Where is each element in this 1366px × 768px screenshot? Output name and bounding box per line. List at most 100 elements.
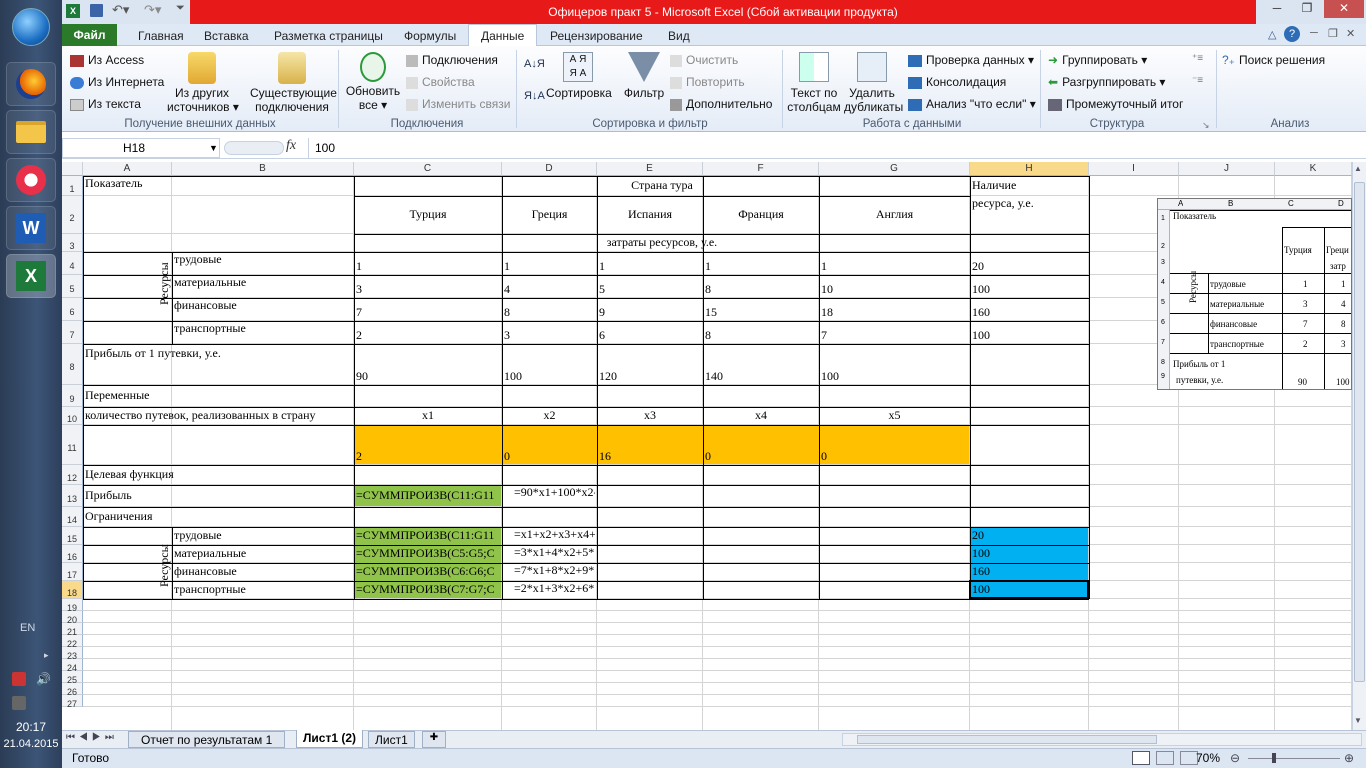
tab-file[interactable]: Файл: [62, 24, 117, 46]
zoom-slider[interactable]: [1248, 758, 1340, 759]
remove-duplicates-button[interactable]: Удалить дубликаты: [844, 52, 903, 114]
row-header[interactable]: 19: [62, 599, 83, 613]
vertical-scrollbar[interactable]: ▲ ▼: [1352, 162, 1366, 730]
row-header[interactable]: 9: [62, 385, 83, 407]
sheet-nav-icons[interactable]: ⏮◀▶⏭: [66, 732, 118, 743]
cell-constraint-expression[interactable]: =x1+x2+x3+x4+x: [504, 527, 595, 545]
row-header[interactable]: 4: [62, 252, 83, 275]
outline-launcher-icon[interactable]: ↘: [1202, 120, 1210, 131]
cell-country-greece[interactable]: Греция: [504, 196, 595, 234]
save-icon[interactable]: [90, 4, 103, 17]
undo-icon[interactable]: ↶▾: [112, 2, 129, 18]
ungroup-button[interactable]: ⬅ Разгруппировать ▾: [1048, 75, 1165, 89]
cell-profit-value[interactable]: 100: [821, 344, 968, 385]
cell-value[interactable]: 6: [599, 321, 701, 344]
insert-function-icon[interactable]: fx: [286, 138, 296, 154]
volume-icon[interactable]: 🔊: [36, 672, 51, 686]
zoom-level[interactable]: 70%: [1196, 751, 1220, 765]
embedded-table-picture[interactable]: A B C D 1 2 3 4 5 6 7 8 9 Показатель Турция Греци затр Ре…: [1157, 198, 1352, 390]
close-button[interactable]: ✕: [1324, 0, 1364, 18]
cell-resource-labor[interactable]: трудовые: [174, 252, 352, 275]
row-header[interactable]: 2: [62, 196, 83, 234]
doc-restore-icon[interactable]: ❐: [1328, 27, 1338, 40]
scroll-down-icon[interactable]: ▼: [1354, 716, 1362, 725]
cell-variable-name[interactable]: x4: [705, 407, 817, 425]
from-text-button[interactable]: Из текста: [70, 97, 141, 111]
tab-page-layout[interactable]: Разметка страницы: [270, 26, 387, 46]
ribbon-minimize-icon[interactable]: △: [1268, 28, 1276, 41]
help-icon[interactable]: ?: [1284, 26, 1300, 42]
excel-icon[interactable]: X: [6, 254, 56, 298]
from-other-sources-button[interactable]: Из других источников ▾: [167, 52, 239, 114]
cell-profit-title[interactable]: Прибыль: [85, 485, 352, 507]
row-header[interactable]: 23: [62, 647, 83, 661]
sheet-tab-active[interactable]: Лист1 (2): [296, 730, 364, 748]
cell-constraint-limit[interactable]: 100: [972, 545, 1087, 563]
column-header[interactable]: E: [597, 162, 703, 176]
zoom-out-icon[interactable]: ⊖: [1230, 751, 1240, 765]
cell-value[interactable]: 8: [504, 298, 595, 321]
cell-variable-name[interactable]: x5: [821, 407, 968, 425]
redo-icon[interactable]: ↷▾: [144, 2, 161, 18]
consolidate-button[interactable]: Консолидация: [908, 75, 1006, 89]
hide-detail-icon[interactable]: ⁻≡: [1192, 75, 1203, 86]
cell-constraint-formula[interactable]: =СУММПРОИЗВ(C11:G11: [356, 527, 500, 545]
cell-indicator-header[interactable]: Показатель: [85, 176, 352, 196]
itunes-icon[interactable]: [6, 158, 56, 202]
firefox-icon[interactable]: [6, 62, 56, 106]
cell-goal-label[interactable]: Целевая функция: [85, 465, 352, 485]
row-header[interactable]: 24: [62, 659, 83, 673]
cell-constraint-limit[interactable]: 160: [972, 563, 1087, 581]
cell-variables-label[interactable]: Переменные: [85, 385, 352, 407]
cell-constraint-formula[interactable]: =СУММПРОИЗВ(C5:G5;C: [356, 545, 500, 563]
language-indicator[interactable]: EN: [20, 622, 35, 634]
cell-variable-value[interactable]: 16: [599, 425, 701, 465]
row-header[interactable]: 10: [62, 407, 83, 425]
properties-button[interactable]: Свойства: [406, 75, 475, 89]
cell-value[interactable]: 18: [821, 298, 968, 321]
cell-value[interactable]: 1: [705, 252, 817, 275]
zoom-in-icon[interactable]: ⊕: [1344, 751, 1354, 765]
sort-az-button[interactable]: А↓Я: [524, 58, 545, 70]
connections-button[interactable]: Подключения: [406, 53, 498, 67]
cell-goal-formula[interactable]: =СУММПРОИЗВ(C11:G11: [356, 485, 500, 507]
cell-country-england[interactable]: Англия: [821, 196, 968, 234]
cell-constraint-formula[interactable]: =СУММПРОИЗВ(C7:G7;C: [356, 581, 500, 599]
cell-variable-value[interactable]: 0: [504, 425, 595, 465]
cell-goal-expression[interactable]: =90*x1+100*x2-: [504, 485, 595, 507]
cell-value[interactable]: 5: [599, 275, 701, 298]
from-access-button[interactable]: Из Access: [70, 53, 144, 67]
normal-view-icon[interactable]: [1132, 751, 1150, 765]
cell-value[interactable]: 1: [504, 252, 595, 275]
quick-access-menu-icon[interactable]: ⏷: [176, 2, 185, 15]
column-header[interactable]: A: [83, 162, 172, 176]
name-box-dropdown-icon[interactable]: ▼: [209, 139, 218, 157]
row-header[interactable]: 11: [62, 425, 83, 465]
cell-country-france[interactable]: Франция: [705, 196, 817, 234]
solver-button[interactable]: ?₊ Поиск решения: [1222, 53, 1325, 67]
cell-count-label[interactable]: количество путевок, реализованных в стра…: [85, 407, 352, 425]
cell-resource-material[interactable]: материальные: [174, 545, 352, 563]
cell-value[interactable]: 20: [972, 252, 1087, 275]
vertical-scroll-thumb[interactable]: [1354, 182, 1365, 682]
reapply-button[interactable]: Повторить: [670, 75, 745, 89]
tab-data[interactable]: Данные: [468, 24, 538, 47]
row-header[interactable]: 12: [62, 465, 83, 485]
cell-profit-value[interactable]: 140: [705, 344, 817, 385]
column-header[interactable]: G: [819, 162, 970, 176]
zoom-slider-thumb[interactable]: [1272, 753, 1276, 763]
cell-constraint-expression[interactable]: =3*x1+4*x2+5*: [504, 545, 595, 563]
refresh-all-button[interactable]: Обновить все ▾: [344, 52, 402, 112]
formula-input[interactable]: 100: [308, 138, 1362, 158]
cell-resource-financial[interactable]: финансовые: [174, 298, 352, 321]
row-header[interactable]: 25: [62, 671, 83, 685]
cell-variable-name[interactable]: x3: [599, 407, 701, 425]
column-header[interactable]: B: [172, 162, 354, 176]
explorer-icon[interactable]: [6, 110, 56, 154]
cell-constraint-limit[interactable]: 20: [972, 527, 1087, 545]
subtotal-button[interactable]: Промежуточный итог: [1048, 97, 1183, 111]
cell-variable-value[interactable]: 2: [356, 425, 500, 465]
cell-profit-value[interactable]: 100: [504, 344, 595, 385]
cell-resource-material[interactable]: материальные: [174, 275, 352, 298]
row-header[interactable]: 18: [62, 581, 83, 599]
